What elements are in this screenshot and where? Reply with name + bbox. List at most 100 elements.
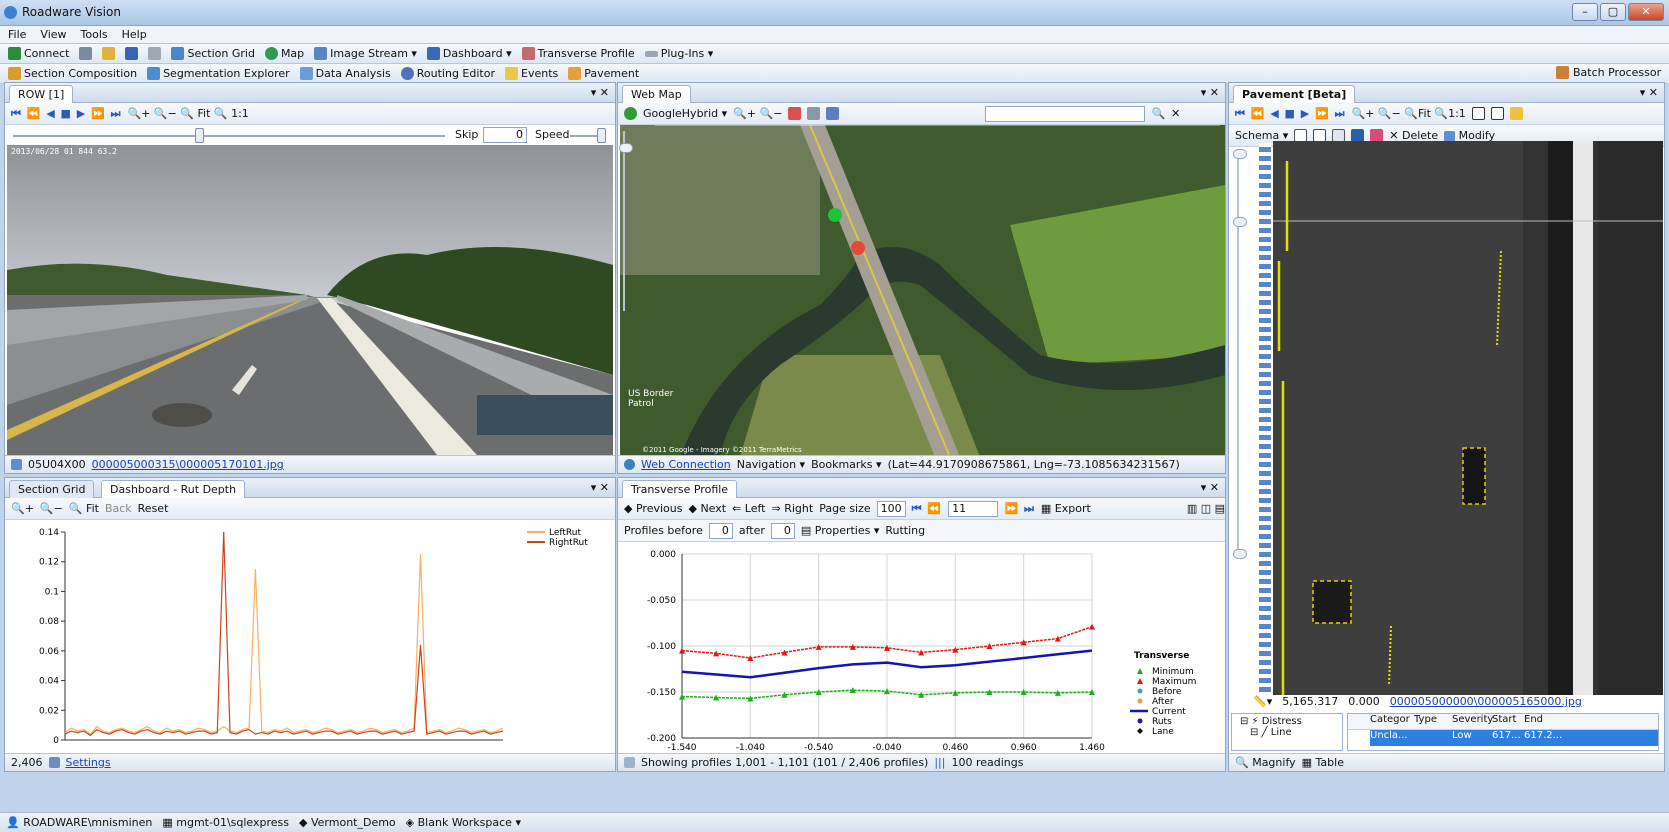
row-image-link[interactable]: 000005000315\000005170101.jpg	[92, 458, 284, 471]
save-icon[interactable]	[125, 47, 139, 60]
profiles-before-input[interactable]: 0	[708, 522, 733, 539]
tab-pavement[interactable]: Pavement [Beta]	[1233, 85, 1356, 103]
tab-section-grid[interactable]: Section Grid	[9, 480, 95, 498]
menu-tools[interactable]: Tools	[81, 28, 108, 41]
row-nav-buttons[interactable]: ⏮ ⏪ ◀ ■ ▶ ⏩ ⏭	[11, 107, 121, 121]
skip-input[interactable]: 0	[483, 127, 527, 143]
map-search-input[interactable]	[985, 105, 1146, 122]
navigation-menu[interactable]: Navigation ▾	[737, 458, 805, 471]
pavement-button[interactable]: Pavement	[568, 67, 639, 80]
left-button[interactable]: ⇐ Left	[732, 502, 765, 515]
properties-menu[interactable]: ▤ Properties ▾	[801, 524, 880, 537]
web-connection-link[interactable]: Web Connection	[641, 458, 731, 471]
export-button[interactable]: ▦ Export	[1041, 502, 1091, 515]
vertical-split-icon[interactable]	[1490, 107, 1504, 120]
open-icon[interactable]	[102, 47, 116, 60]
view-mode-icons[interactable]: ▥ ◫ ▤	[1187, 502, 1225, 515]
tab-web-map[interactable]: Web Map	[622, 85, 691, 103]
section-composition-button[interactable]: Section Composition	[8, 67, 137, 80]
locate-icon[interactable]	[788, 107, 802, 120]
profiles-after-input[interactable]: 0	[770, 522, 795, 539]
layers-icon[interactable]	[807, 107, 821, 120]
data-analysis-button[interactable]: Data Analysis	[299, 67, 391, 80]
col-end[interactable]: End	[1524, 714, 1562, 729]
col-start[interactable]: Start	[1492, 714, 1524, 729]
map-button[interactable]: Map	[264, 47, 304, 60]
tab-dashboard-rut-depth[interactable]: Dashboard - Rut Depth	[101, 480, 246, 498]
speed-slider-track[interactable]	[570, 135, 600, 137]
reset-button[interactable]: Reset	[138, 502, 169, 515]
pavement-nav-buttons[interactable]: ⏮ ⏪ ◀ ■ ▶ ⏩ ⏭	[1235, 107, 1345, 121]
menu-help[interactable]: Help	[122, 28, 147, 41]
map-provider-select[interactable]: GoogleHybrid ▾	[643, 107, 727, 120]
workspace-menu[interactable]: ◈ Blank Workspace ▾	[406, 816, 521, 829]
col-type[interactable]: Type	[1414, 714, 1452, 729]
zoom-in-button[interactable]: 🔍+	[11, 502, 34, 515]
speed-slider-thumb[interactable]	[597, 128, 606, 143]
panel-close-icon[interactable]: ▾ ✕	[1201, 481, 1219, 494]
page-first-buttons[interactable]: ⏮ ⏪	[912, 502, 942, 516]
segmentation-explorer-button[interactable]: Segmentation Explorer	[147, 67, 290, 80]
row-zoom-buttons[interactable]: 🔍+ 🔍− 🔍 Fit 🔍 1:1	[127, 107, 248, 120]
zoom-out-button[interactable]: 🔍−	[40, 502, 63, 515]
tree-item-line[interactable]: ⊟ ╱ Line	[1240, 727, 1342, 738]
routing-editor-button[interactable]: Routing Editor	[400, 67, 495, 80]
position-slider-thumb[interactable]	[195, 128, 204, 143]
minimize-button[interactable]: –	[1572, 3, 1598, 21]
clear-search-icon[interactable]: ✕	[1171, 107, 1180, 120]
maximize-button[interactable]: ▢	[1600, 3, 1626, 21]
right-button[interactable]: ⇒ Right	[772, 502, 814, 515]
table-row[interactable]: Uncla... Low 617... 617.2...	[1370, 730, 1658, 746]
previous-button[interactable]: ◆ Previous	[624, 502, 682, 515]
tab-row[interactable]: ROW [1]	[9, 85, 74, 103]
panel-close-icon[interactable]: ▾ ✕	[591, 481, 609, 494]
pavement-image[interactable]	[1273, 141, 1663, 701]
panel-close-icon[interactable]: ▾ ✕	[591, 86, 609, 99]
tab-table[interactable]: ▦ Table	[1302, 756, 1344, 769]
position-slider-track[interactable]	[13, 135, 445, 137]
batch-processor-button[interactable]: Batch Processor	[1556, 66, 1661, 79]
plugins-button[interactable]: Plug-Ins ▾	[644, 47, 713, 60]
map-zoom-slider[interactable]	[619, 131, 635, 311]
bookmarks-menu[interactable]: Bookmarks ▾	[811, 458, 881, 471]
page-select[interactable]: 11	[948, 500, 999, 517]
horizontal-split-icon[interactable]	[1471, 107, 1485, 120]
map-view[interactable]	[620, 125, 1225, 457]
transverse-profile-button[interactable]: Transverse Profile	[521, 47, 635, 60]
map-zoom-slider-thumb[interactable]	[619, 143, 633, 153]
section-grid-button[interactable]: Section Grid	[171, 47, 255, 60]
tree-item-distress[interactable]: ⊟ ⚡ Distress	[1240, 716, 1342, 727]
pavement-image-link[interactable]: 000005000000\000005165000.jpg	[1390, 695, 1582, 711]
zoom-fit-button[interactable]: 🔍 Fit	[69, 502, 99, 515]
back-button[interactable]: Back	[105, 502, 132, 515]
page-size-input[interactable]: 100	[876, 500, 906, 517]
menu-view[interactable]: View	[40, 28, 66, 41]
settings-icon[interactable]	[826, 107, 840, 120]
tab-transverse-profile[interactable]: Transverse Profile	[622, 480, 738, 498]
panel-close-icon[interactable]: ▾ ✕	[1201, 86, 1219, 99]
tab-magnify[interactable]: 🔍 Magnify	[1235, 756, 1296, 769]
back-icon[interactable]	[624, 107, 637, 120]
close-button[interactable]: ✕	[1628, 3, 1664, 21]
panel-close-icon[interactable]: ▾ ✕	[1640, 86, 1658, 99]
dashboard-button[interactable]: Dashboard ▾	[426, 47, 512, 60]
col-category[interactable]: Categor	[1370, 714, 1414, 729]
settings-link[interactable]: Settings	[66, 756, 111, 769]
print-icon[interactable]	[79, 47, 93, 60]
next-button[interactable]: ◆ Next	[688, 502, 726, 515]
pavement-zoom-buttons[interactable]: 🔍+ 🔍− 🔍Fit 🔍1:1	[1351, 107, 1465, 120]
grid-icon[interactable]	[148, 47, 162, 60]
rutting-button[interactable]: Rutting	[885, 524, 925, 537]
events-button[interactable]: Events	[505, 67, 558, 80]
image-stream-button[interactable]: Image Stream ▾	[314, 47, 417, 60]
connect-button[interactable]: Connect	[8, 47, 69, 60]
search-icon[interactable]: 🔍	[1151, 107, 1165, 120]
col-severity[interactable]: Severity	[1452, 714, 1493, 729]
start-marker-icon[interactable]	[828, 208, 842, 222]
map-zoom-buttons[interactable]: 🔍+ 🔍−	[733, 107, 782, 120]
menu-file[interactable]: File	[8, 28, 26, 41]
pavement-scroll-slider[interactable]	[1233, 149, 1253, 559]
lightning-icon[interactable]	[1509, 107, 1523, 120]
ruler-icon[interactable]: 📏▾	[1253, 695, 1272, 711]
page-last-buttons[interactable]: ⏩ ⏭	[1004, 502, 1034, 516]
